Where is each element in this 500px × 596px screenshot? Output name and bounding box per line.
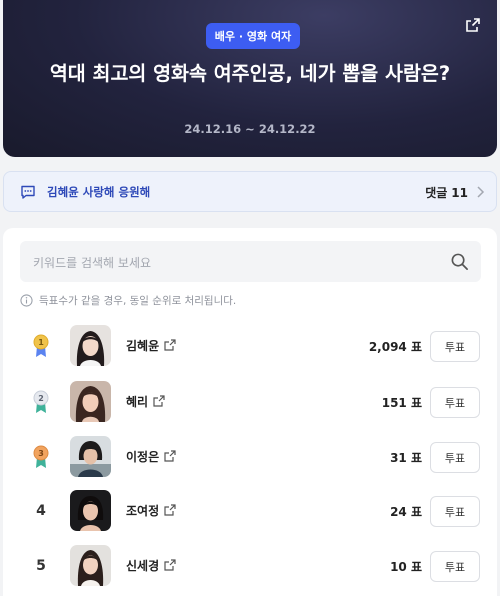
candidate-name[interactable]: 조여정 [126,502,176,519]
search-input[interactable]: 키워드를 검색해 보세요 [33,254,151,271]
vote-button[interactable]: 투표 [430,496,480,527]
vote-count: 2,094 표 [368,340,422,354]
category-badge: 배우 · 영화 여자 [206,23,300,49]
vote-button[interactable]: 투표 [430,331,480,362]
share-icon[interactable] [465,17,481,33]
tie-notice: 득표수가 같을 경우, 동일 순위로 처리됩니다. [20,293,236,308]
avatar[interactable] [70,545,111,586]
rank-label: 5 [36,558,46,574]
chat-icon [21,185,35,199]
vote-count: 24 표 [390,505,422,519]
rank-1-medal-icon: 1 [29,332,53,360]
svg-text:3: 3 [38,449,44,458]
candidate-list-card: 키워드를 검색해 보세요 득표수가 같을 경우, 동일 순위로 처리됩니다. 1 [3,228,497,596]
external-link-icon[interactable] [153,395,165,407]
external-link-icon[interactable] [164,504,176,516]
candidate-row: 3 이정은 31 표 투표 [3,431,497,483]
vote-count: 10 표 [390,560,422,574]
candidate-row: 1 김혜윤 2,094 표 투표 [3,320,497,372]
avatar[interactable] [70,436,111,477]
candidate-name[interactable]: 이정은 [126,448,176,465]
comment-count: 댓글 11 [425,186,468,200]
poll-title: 역대 최고의 영화속 여주인공, 네가 뽑을 사람은? [49,62,451,85]
latest-comment: 김혜윤 사랑해 응원해 [47,185,151,199]
external-link-icon[interactable] [164,339,176,351]
candidate-row: 2 혜리 151 표 투표 [3,376,497,428]
rank-3-medal-icon: 3 [29,443,53,471]
rank-2-medal-icon: 2 [29,388,53,416]
candidate-name[interactable]: 신세경 [126,557,176,574]
comment-bar[interactable]: 김혜윤 사랑해 응원해 댓글 11 [3,171,497,212]
chevron-right-icon [477,186,485,198]
candidate-name[interactable]: 혜리 [126,393,165,410]
vote-count: 31 표 [390,451,422,465]
avatar[interactable] [70,381,111,422]
external-link-icon[interactable] [164,559,176,571]
poll-header: 배우 · 영화 여자 역대 최고의 영화속 여주인공, 네가 뽑을 사람은? 2… [3,0,497,157]
candidate-row: 4 조여정 24 표 투표 [3,485,497,537]
svg-text:2: 2 [38,394,44,403]
svg-text:1: 1 [38,338,44,347]
info-icon [20,294,33,307]
external-link-icon[interactable] [164,450,176,462]
avatar[interactable] [70,325,111,366]
search-icon[interactable] [450,252,469,271]
vote-button[interactable]: 투표 [430,387,480,418]
vote-button[interactable]: 투표 [430,551,480,582]
rank-label: 4 [36,503,46,519]
vote-button[interactable]: 투표 [430,442,480,473]
candidate-name[interactable]: 김혜윤 [126,337,176,354]
search-field[interactable]: 키워드를 검색해 보세요 [20,241,481,282]
avatar[interactable] [70,490,111,531]
candidate-row: 5 신세경 10 표 투표 [3,540,497,592]
poll-dates: 24.12.16 ~ 24.12.22 [184,122,316,136]
vote-count: 151 표 [381,396,422,410]
